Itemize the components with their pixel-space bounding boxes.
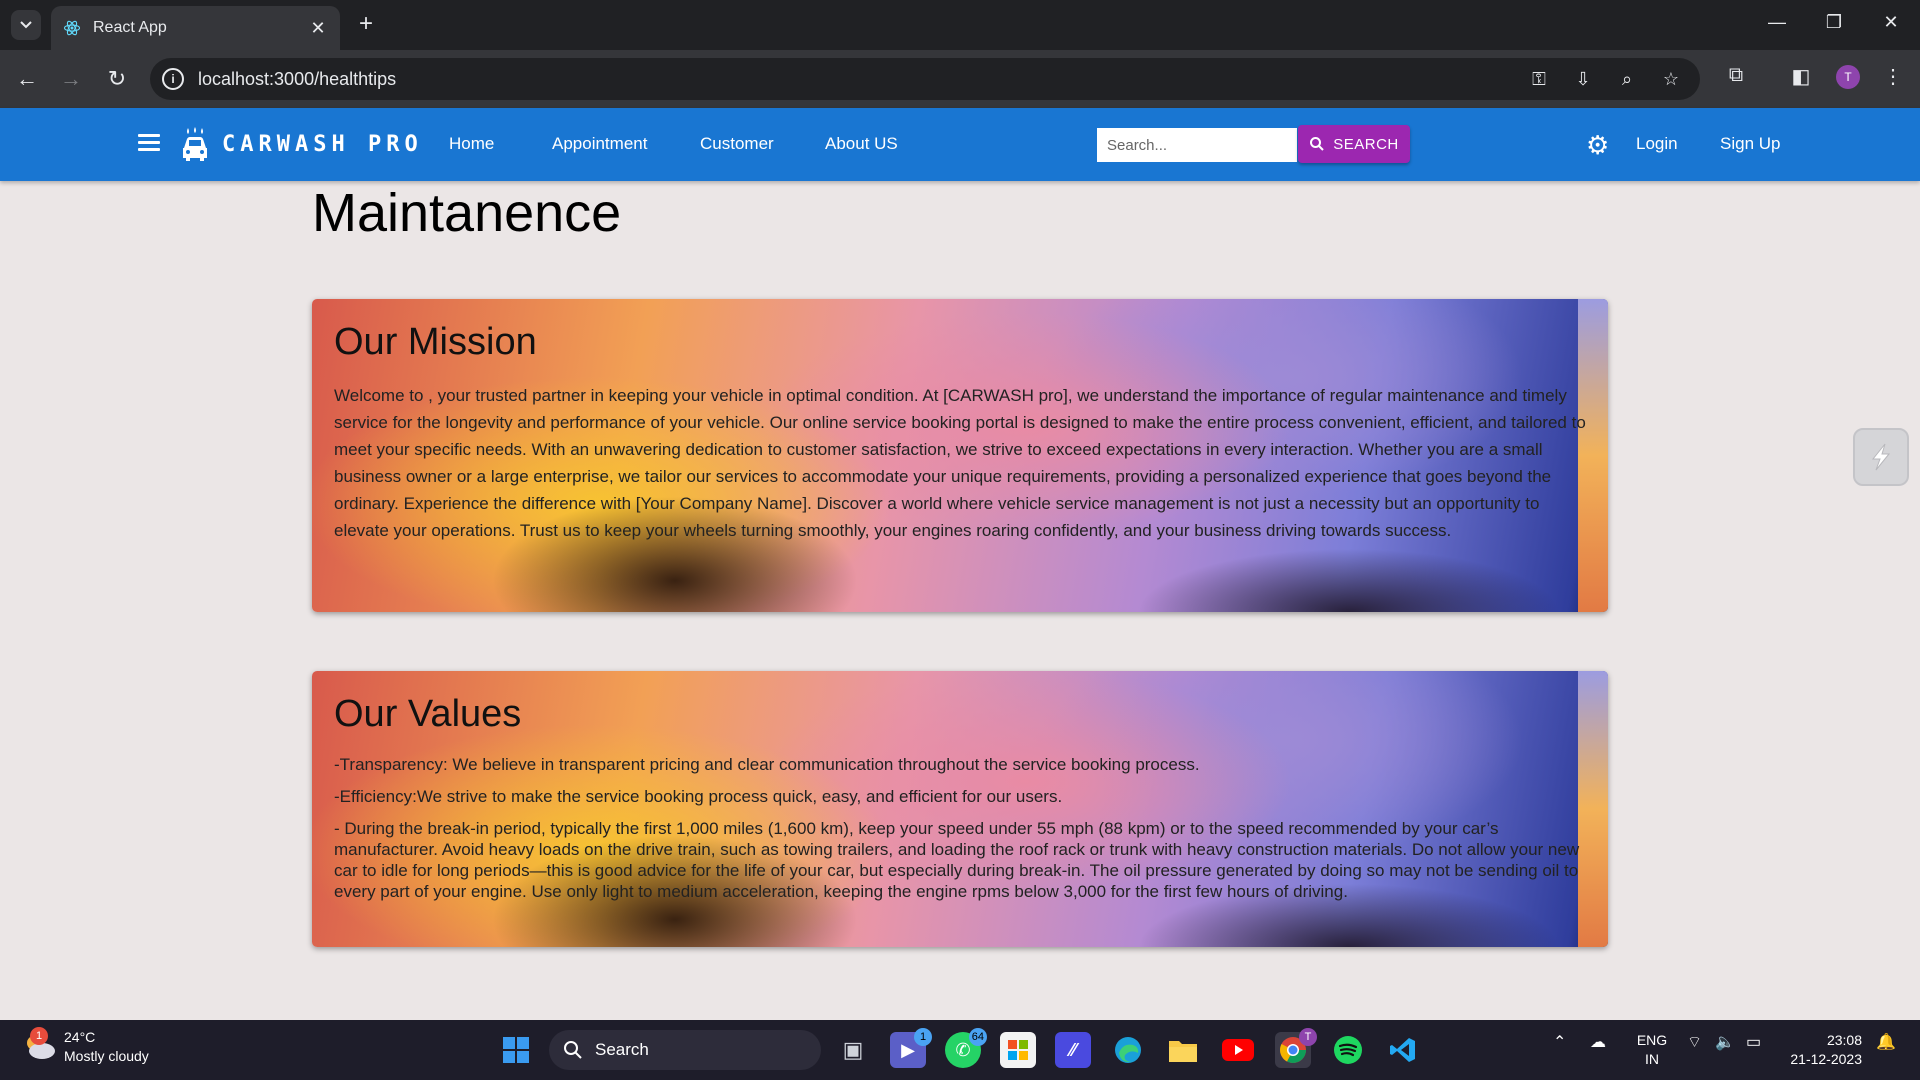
notification-icon[interactable]: 🔔: [1876, 1032, 1896, 1052]
profile-avatar[interactable]: T: [1836, 65, 1860, 89]
powerautomate-icon[interactable]: ⁄⁄: [1055, 1032, 1091, 1068]
chrome-icon[interactable]: T: [1275, 1028, 1317, 1068]
clock-date: 21-12-2023: [1790, 1051, 1862, 1067]
teams-icon[interactable]: ▶ 1: [890, 1028, 932, 1068]
install-app-icon[interactable]: ⇩: [1572, 69, 1594, 90]
forward-arrow-icon[interactable]: →: [56, 64, 86, 94]
lightning-icon: [1871, 443, 1891, 471]
tab-title: React App: [93, 19, 167, 36]
close-icon[interactable]: ✕: [308, 18, 328, 39]
key-icon[interactable]: ⚿: [1528, 69, 1550, 90]
signup-link[interactable]: Sign Up: [1720, 134, 1780, 154]
search-button-label: SEARCH: [1333, 135, 1399, 153]
volume-icon[interactable]: 🔈: [1715, 1032, 1735, 1052]
show-hidden-icons-icon[interactable]: ⌃: [1553, 1032, 1566, 1052]
floating-widget-button[interactable]: [1853, 428, 1909, 486]
restore-icon[interactable]: ❐: [1820, 12, 1848, 33]
reload-icon[interactable]: ↻: [102, 64, 132, 94]
cloudy-weather-icon: 1: [22, 1027, 56, 1061]
login-link[interactable]: Login: [1636, 134, 1678, 154]
taskbar-search-label: Search: [595, 1040, 649, 1059]
edge-icon[interactable]: [1110, 1032, 1146, 1068]
app-header: CARWASH PRO Home Appointment Customer Ab…: [0, 108, 1920, 181]
vscode-icon[interactable]: [1385, 1032, 1421, 1068]
site-info-icon[interactable]: i: [162, 68, 184, 90]
side-panel-icon[interactable]: ◧: [1788, 64, 1814, 89]
menu-icon[interactable]: [138, 134, 160, 152]
language-code: ENG: [1636, 1032, 1668, 1048]
weather-badge: 1: [30, 1027, 48, 1045]
start-icon[interactable]: [498, 1032, 534, 1068]
weather-temp: 24°C: [64, 1029, 96, 1045]
taskbar-search[interactable]: Search: [549, 1030, 821, 1070]
whatsapp-badge: 64: [968, 1028, 987, 1046]
value-item-efficiency: -Efficiency:We strive to make the servic…: [334, 787, 1063, 806]
weather-desc: Mostly cloudy: [64, 1048, 149, 1064]
address-bar[interactable]: i localhost:3000/healthtips ⚿ ⇩ ⌕ ☆: [150, 58, 1700, 100]
task-view-icon[interactable]: ▣: [835, 1032, 871, 1068]
store-icon[interactable]: [1000, 1032, 1036, 1068]
back-arrow-icon[interactable]: ←: [12, 64, 42, 94]
file-explorer-icon[interactable]: [1165, 1032, 1201, 1068]
youtube-icon[interactable]: [1220, 1032, 1256, 1068]
react-logo-icon: [63, 20, 81, 36]
windows-taskbar: 1 24°C Mostly cloudy Search ▣ ▶ 1 ✆ 64 ⁄⁄ …: [0, 1020, 1920, 1080]
mission-text: Welcome to , your trusted partner in kee…: [334, 386, 1586, 540]
more-menu-icon[interactable]: ⋮: [1880, 64, 1906, 89]
search-icon: [564, 1041, 582, 1059]
clock-time: 23:08: [1826, 1032, 1862, 1048]
car-wash-icon: [183, 127, 207, 161]
nav-about-us[interactable]: About US: [825, 134, 898, 154]
url-text[interactable]: localhost:3000/healthtips: [198, 69, 1528, 90]
search-icon: [1310, 137, 1324, 151]
search-input[interactable]: [1097, 128, 1297, 162]
tab-search-button[interactable]: [11, 10, 41, 40]
brand-logo[interactable]: CARWASH PRO: [222, 132, 423, 157]
weather-widget[interactable]: 1 24°C Mostly cloudy: [22, 1027, 149, 1066]
spotify-icon[interactable]: [1330, 1032, 1366, 1068]
cloud-sync-icon[interactable]: ☁: [1590, 1032, 1606, 1052]
value-item-transparency: -Transparency: We believe in transparent…: [334, 755, 1200, 774]
values-card: Our Values -Transparency: We believe in …: [312, 671, 1608, 947]
teams-badge: 1: [914, 1028, 932, 1046]
clock[interactable]: 23:08 21-12-2023: [1782, 1031, 1862, 1069]
chevron-down-icon: [20, 21, 32, 29]
window-close-icon[interactable]: ✕: [1877, 12, 1905, 33]
browser-tab-strip: React App ✕ + — ❐ ✕: [0, 0, 1920, 50]
language-indicator[interactable]: ENG IN: [1632, 1031, 1672, 1069]
chrome-profile-badge: T: [1299, 1028, 1317, 1046]
new-tab-button[interactable]: +: [353, 12, 379, 38]
zoom-icon[interactable]: ⌕: [1616, 69, 1638, 90]
page-title: Maintanence: [312, 183, 622, 243]
battery-icon[interactable]: ▭: [1746, 1032, 1761, 1052]
whatsapp-icon[interactable]: ✆ 64: [945, 1028, 987, 1068]
browser-tab[interactable]: React App ✕: [51, 6, 340, 50]
extensions-icon[interactable]: ⧉: [1723, 64, 1749, 87]
search-button[interactable]: SEARCH: [1298, 125, 1410, 163]
star-icon[interactable]: ☆: [1660, 69, 1682, 90]
gear-icon[interactable]: ⚙: [1586, 132, 1612, 158]
value-item-break-in: - During the break-in period, typically …: [334, 819, 1580, 901]
mission-card: Our Mission Welcome to , your trusted pa…: [312, 299, 1608, 612]
browser-toolbar: ← → ↻ i localhost:3000/healthtips ⚿ ⇩ ⌕ …: [0, 50, 1920, 108]
nav-appointment[interactable]: Appointment: [552, 134, 647, 154]
minimize-icon[interactable]: —: [1763, 12, 1791, 33]
nav-customer[interactable]: Customer: [700, 134, 774, 154]
region-code: IN: [1645, 1051, 1659, 1067]
mission-title: Our Mission: [334, 321, 537, 363]
wifi-icon[interactable]: ⌔: [1687, 1032, 1702, 1052]
values-title: Our Values: [334, 693, 522, 735]
nav-home[interactable]: Home: [449, 134, 494, 154]
